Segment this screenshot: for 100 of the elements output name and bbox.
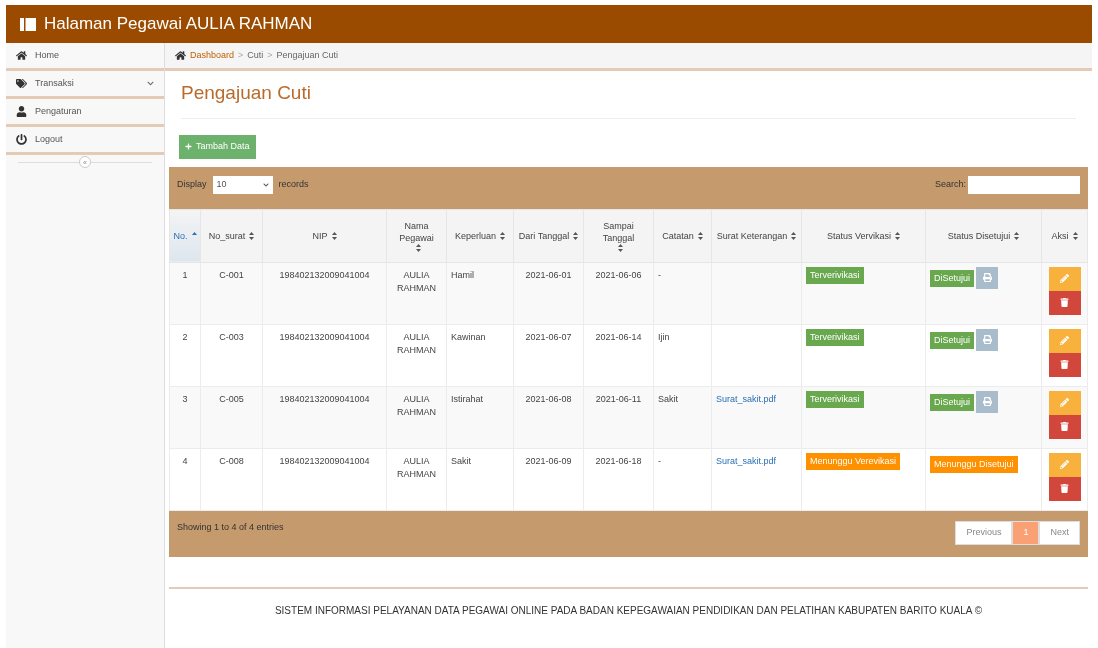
tags-icon	[16, 78, 27, 89]
power-icon	[16, 134, 27, 145]
edit-button[interactable]	[1048, 452, 1081, 477]
table-cell: Kawinan	[446, 324, 514, 386]
status-badge: DiSetujui	[930, 393, 975, 411]
table-cell: Sakit	[653, 386, 712, 448]
file-link[interactable]: Surat_sakit.pdf	[716, 393, 777, 404]
table-cell: 2021-06-01	[513, 262, 584, 324]
search-label: Search:	[934, 177, 966, 191]
table-cell: C-008	[200, 448, 263, 510]
column-header[interactable]: Aksi	[1041, 209, 1088, 262]
home-icon	[175, 50, 186, 61]
print-button[interactable]	[976, 328, 999, 351]
delete-button[interactable]	[1048, 414, 1081, 439]
table-info: Showing 1 to 4 of 4 entries	[177, 520, 284, 534]
sort-icon	[791, 231, 797, 240]
column-header[interactable]: Status Disetujui	[925, 209, 1042, 262]
table-cell: C-003	[200, 324, 263, 386]
sort-icon	[573, 231, 579, 240]
table-cell: 2021-06-11	[583, 386, 654, 448]
table-cell: 2021-06-09	[513, 448, 584, 510]
status-badge: Terverivikasi	[806, 266, 864, 284]
page-button[interactable]: Next	[1039, 520, 1080, 545]
delete-button[interactable]	[1048, 476, 1081, 501]
status-badge: DiSetujui	[930, 269, 975, 287]
breadcrumb-item[interactable]: Pengajuan Cuti	[276, 48, 339, 63]
print-icon	[982, 335, 992, 344]
table-cell: AULIA RAHMAN	[386, 324, 447, 386]
table-cell: Sakit	[446, 448, 514, 510]
list-icon	[20, 17, 36, 31]
user-icon	[16, 106, 27, 117]
print-button[interactable]	[976, 390, 999, 413]
pencil-icon	[1060, 274, 1069, 283]
sort-icon	[895, 231, 900, 240]
chevron-icon	[147, 80, 154, 87]
sort-icon	[618, 243, 623, 252]
sort-icon	[500, 231, 505, 240]
delete-button[interactable]	[1048, 352, 1081, 377]
column-header[interactable]: Nama Pegawai	[386, 209, 447, 262]
column-header[interactable]: No.	[169, 209, 201, 262]
page-size-select[interactable]: 10	[212, 175, 273, 194]
column-header[interactable]: Surat Keterangan	[711, 209, 802, 262]
display-label: Display	[177, 177, 207, 191]
column-header[interactable]: Dari Tanggal	[513, 209, 584, 262]
table-cell: AULIA RAHMAN	[386, 262, 447, 324]
trash-icon	[1060, 298, 1069, 307]
table-cell: 2021-06-14	[583, 324, 654, 386]
print-button[interactable]	[976, 266, 999, 289]
table-cell: 2021-06-08	[513, 386, 584, 448]
breadcrumb-link[interactable]: Dashboard	[190, 48, 235, 63]
column-header[interactable]: Keperluan	[446, 209, 514, 262]
trash-icon	[1060, 422, 1069, 431]
pencil-icon	[1060, 398, 1069, 407]
sort-icon	[416, 243, 421, 252]
table-cell: -	[653, 448, 712, 510]
status-badge: Terverivikasi	[806, 328, 864, 346]
sidebar-item[interactable]: Home	[6, 43, 164, 71]
sidebar-item[interactable]: Pengaturan	[6, 99, 164, 127]
column-header[interactable]: No_surat	[200, 209, 263, 262]
trash-icon	[1060, 360, 1069, 369]
chevron-icon	[262, 181, 269, 188]
pencil-icon	[1060, 460, 1069, 469]
page-title: Pengajuan Cuti	[181, 82, 311, 103]
table-cell: C-001	[200, 262, 263, 324]
trash-icon	[1060, 484, 1069, 493]
table-cell: 2	[169, 324, 201, 386]
table-cell: Hamil	[446, 262, 514, 324]
search-field[interactable]	[968, 175, 1080, 194]
sort-icon	[331, 231, 337, 240]
plus-icon	[185, 143, 192, 150]
footer-text: SISTEM INFORMASI PELAYANAN DATA PEGAWAI ONLINE PADA BADAN KEPEGAWAIAN PENDIDIKAN DAN PELATIHAN KABUPATEN BARITO KUALA ©	[274, 603, 983, 618]
sort-icon	[1072, 231, 1078, 240]
table-cell: 3	[169, 386, 201, 448]
table-cell: Istirahat	[446, 386, 514, 448]
column-header[interactable]: Status Vervikasi	[801, 209, 926, 262]
home-icon	[16, 50, 27, 61]
sidebar-item[interactable]: Logout	[6, 127, 164, 155]
delete-button[interactable]	[1048, 290, 1081, 315]
records-label: records	[278, 177, 309, 191]
sort-icon	[697, 231, 703, 240]
column-header[interactable]: NIP	[262, 209, 387, 262]
file-link[interactable]: Surat_sakit.pdf	[716, 455, 777, 466]
edit-button[interactable]	[1048, 328, 1081, 353]
column-header[interactable]: Catatan	[653, 209, 712, 262]
table-cell: AULIA RAHMAN	[386, 386, 447, 448]
print-icon	[982, 273, 992, 282]
table-cell: 198402132009041004	[262, 324, 387, 386]
table-cell: C-005	[200, 386, 263, 448]
app-title: Halaman Pegawai AULIA RAHMAN	[44, 13, 313, 36]
breadcrumb-separator: >	[238, 48, 244, 62]
column-header[interactable]: Sampai Tanggal	[583, 209, 654, 262]
breadcrumb-item[interactable]: Cuti	[247, 48, 264, 63]
page-button[interactable]: Previous	[955, 520, 1013, 545]
table-cell: 2021-06-06	[583, 262, 654, 324]
sort-icon	[249, 231, 255, 240]
table-cell: 198402132009041004	[262, 386, 387, 448]
status-badge: Menunggu Disetujui	[930, 455, 1018, 473]
status-badge: Menunggu Verevikasi	[806, 452, 901, 470]
sidebar-item[interactable]: Transaksi	[6, 71, 164, 99]
table-cell: 2021-06-18	[583, 448, 654, 510]
